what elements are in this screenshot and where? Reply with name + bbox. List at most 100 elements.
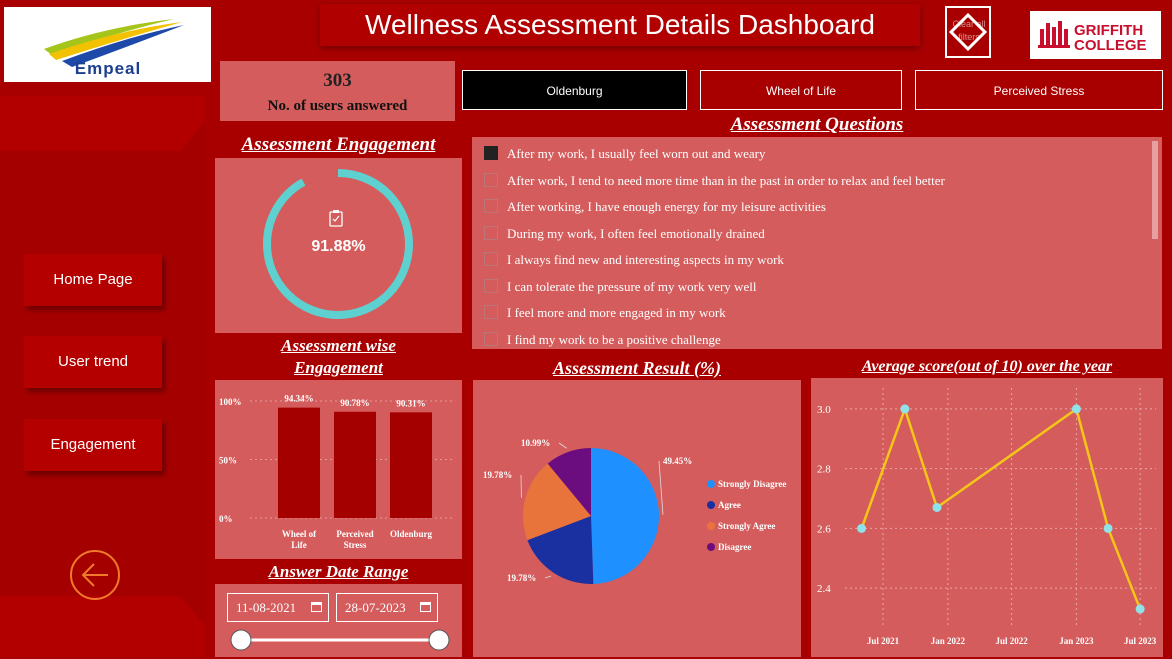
question-text: During my work, I often feel emotionally… bbox=[507, 225, 765, 241]
pie-data-label: 19.78% bbox=[507, 573, 536, 583]
bar bbox=[278, 407, 320, 518]
pie-chart-title: Assessment Result (%) bbox=[473, 356, 801, 380]
question-item[interactable]: I feel more and more engaged in my work bbox=[484, 305, 726, 323]
data-point bbox=[1071, 404, 1081, 414]
question-checkbox[interactable] bbox=[484, 225, 498, 240]
bar-value-label: 90.78% bbox=[340, 398, 369, 408]
arrow-left-circle-icon[interactable] bbox=[68, 548, 122, 602]
question-item[interactable]: I find my work to be a positive challeng… bbox=[484, 331, 721, 350]
legend-marker bbox=[707, 522, 715, 530]
question-checkbox[interactable] bbox=[484, 146, 498, 160]
pie-data-label: 10.99% bbox=[521, 438, 550, 448]
x-tick-label: Jul 2023 bbox=[1124, 636, 1157, 646]
pie-chart: 49.45% 19.78% 19.78% 10.99% Strongly Disagre… bbox=[483, 438, 786, 584]
start-date-slider-handle bbox=[230, 629, 252, 651]
series-line bbox=[860, 405, 1142, 610]
question-checkbox[interactable] bbox=[484, 331, 498, 346]
data-point bbox=[857, 523, 867, 533]
question-checkbox[interactable] bbox=[484, 252, 498, 266]
line-chart-title: Average score(out of 10) over the year bbox=[811, 356, 1163, 378]
question-text: I always find new and interesting aspect… bbox=[507, 252, 784, 267]
question-item[interactable]: During my work, I often feel emotionally… bbox=[484, 225, 765, 244]
question-text: After work, I tend to need more time tha… bbox=[507, 172, 945, 188]
pie-slice bbox=[591, 448, 659, 584]
bar bbox=[334, 411, 376, 518]
empeal-logo-text: Empeal bbox=[75, 59, 141, 78]
question-text: After working, I have enough energy for … bbox=[507, 199, 826, 214]
engagement-header: Assessment Engagement bbox=[215, 132, 462, 158]
data-point bbox=[1103, 523, 1113, 533]
question-text: After my work, I usually feel worn out a… bbox=[507, 146, 766, 161]
end-date-input[interactable]: 28-07-2023 bbox=[336, 593, 438, 622]
engagement-panel: 91.88% bbox=[215, 132, 462, 333]
engagement-title: Assessment Engagement bbox=[241, 134, 436, 155]
y-tick-label: 2.4 bbox=[817, 583, 831, 595]
x-tick-label: Jan 2023 bbox=[1059, 636, 1094, 646]
question-item[interactable]: I always find new and interesting aspect… bbox=[484, 252, 784, 270]
question-text: I feel more and more engaged in my work bbox=[507, 305, 726, 320]
x-tick-label: Life bbox=[291, 540, 307, 550]
question-text: I can tolerate the pressure of my work v… bbox=[507, 278, 757, 294]
line-chart-panel: 3.0 2.8 2.6 2.4 Jul 2021 Jan 2022 Jul 2022 Jan … bbox=[811, 356, 1163, 657]
question-item[interactable]: After work, I tend to need more time tha… bbox=[484, 172, 945, 191]
nav-home-page-button[interactable]: Home Page bbox=[24, 254, 162, 306]
questions-title: Assessment Questions bbox=[472, 113, 1162, 137]
bar-value-label: 90.31% bbox=[396, 398, 425, 408]
calendar-icon[interactable] bbox=[311, 602, 322, 612]
tab-perceived-stress[interactable]: Perceived Stress bbox=[915, 70, 1163, 110]
x-tick-label: Oldenburg bbox=[390, 529, 433, 539]
question-checkbox[interactable] bbox=[484, 199, 498, 213]
y-tick-label: 3.0 bbox=[817, 404, 831, 416]
question-item[interactable]: I can tolerate the pressure of my work v… bbox=[484, 278, 757, 297]
question-item[interactable]: After working, I have enough energy for … bbox=[484, 199, 826, 217]
start-date-input[interactable]: 11-08-2021 bbox=[227, 593, 329, 622]
nav-user-trend-button[interactable]: User trend bbox=[24, 336, 162, 388]
question-checkbox[interactable] bbox=[484, 172, 498, 187]
y-tick-label: 50% bbox=[219, 456, 237, 466]
y-tick-label: 2.6 bbox=[817, 523, 831, 535]
leader-line bbox=[658, 460, 664, 515]
scrollbar[interactable] bbox=[1152, 141, 1158, 239]
tab-oldenburg[interactable]: Oldenburg bbox=[462, 70, 687, 110]
pie-data-label: 49.45% bbox=[663, 456, 692, 466]
kpi-value: 303 bbox=[323, 70, 352, 91]
x-tick-label: Perceived bbox=[336, 529, 373, 539]
clear-filters-button[interactable]: Clear all filters bbox=[945, 6, 991, 58]
data-point bbox=[1135, 604, 1145, 614]
griffith-college-logo: GRIFFITH COLLEGE bbox=[1030, 11, 1161, 59]
legend-marker bbox=[707, 501, 715, 509]
kpi-label: No. of users answered bbox=[267, 98, 408, 114]
y-tick-label: 100% bbox=[219, 397, 242, 407]
clear-filters-label: Clear all filters bbox=[952, 19, 986, 42]
bar-chart-title: Assessment wise Engagement bbox=[215, 334, 462, 380]
leader-line bbox=[558, 442, 567, 449]
legend-marker bbox=[707, 543, 715, 551]
pie-data-label: 19.78% bbox=[483, 470, 512, 480]
griffith-mark-icon bbox=[1038, 21, 1070, 48]
end-date-slider-handle bbox=[428, 629, 450, 651]
x-tick-label: Stress bbox=[344, 540, 367, 550]
question-item[interactable]: After my work, I usually feel worn out a… bbox=[484, 146, 765, 164]
tab-wheel-of-life[interactable]: Wheel of Life bbox=[700, 70, 902, 110]
line-chart: 3.0 2.8 2.6 2.4 Jul 2021 Jan 2022 Jul 2022 Jan … bbox=[817, 388, 1157, 646]
legend-marker bbox=[707, 480, 715, 488]
engagement-value: 91.88% bbox=[311, 238, 366, 255]
question-text: I find my work to be a positive challeng… bbox=[507, 331, 721, 347]
svg-text:COLLEGE: COLLEGE bbox=[1074, 37, 1147, 54]
x-tick-label: Jan 2022 bbox=[931, 636, 966, 646]
clipboard-icon bbox=[329, 210, 343, 227]
legend-label: Agree bbox=[718, 500, 741, 510]
x-tick-label: Jul 2021 bbox=[867, 636, 900, 646]
data-point bbox=[900, 404, 910, 414]
data-point bbox=[932, 502, 942, 512]
empeal-logo: Empeal bbox=[4, 7, 211, 82]
question-checkbox[interactable] bbox=[484, 278, 498, 293]
question-checkbox[interactable] bbox=[484, 305, 498, 319]
leader-line bbox=[544, 575, 552, 579]
sidebar: Home Page User trend Engagement bbox=[0, 96, 205, 657]
nav-engagement-button[interactable]: Engagement bbox=[24, 419, 162, 471]
legend-label: Strongly Disagree bbox=[718, 479, 786, 489]
calendar-icon[interactable] bbox=[420, 602, 431, 612]
legend-label: Disagree bbox=[718, 542, 751, 552]
x-tick-label: Jul 2022 bbox=[995, 636, 1028, 646]
